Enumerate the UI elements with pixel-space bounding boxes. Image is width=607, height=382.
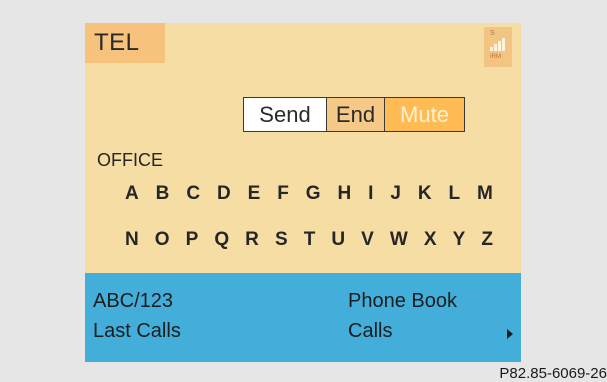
alphabet-row-1: A B C D E F G H I J K L M [125,183,493,205]
letter-key[interactable]: U [331,229,345,251]
letter-key[interactable]: J [390,183,401,205]
letter-key[interactable]: F [277,183,289,205]
letter-key[interactable]: V [361,229,374,251]
letter-key[interactable]: P [186,229,199,251]
letter-key[interactable]: N [125,229,139,251]
network-label: IRM [490,54,501,60]
mute-button[interactable]: Mute [385,97,465,132]
arrow-right-icon[interactable] [507,329,513,339]
signal-strength-icon: S IRM [484,27,512,67]
letter-key[interactable]: K [418,183,432,205]
display-screen: TEL S IRM Send End Mute OFFICE A B C D E… [85,23,521,362]
signal-label: S [490,30,495,37]
signal-bar [498,41,501,51]
phone-book-menu-item[interactable]: Phone Book [348,290,457,313]
call-controls: Send End Mute [243,97,486,132]
last-calls-menu-item[interactable]: Last Calls [93,320,181,343]
signal-bar [502,38,505,51]
letter-key[interactable]: G [306,183,321,205]
figure-caption: P82.85-6069-26 [499,365,607,382]
letter-key[interactable]: O [155,229,170,251]
send-button[interactable]: Send [243,97,327,132]
signal-bar [494,44,497,51]
screen-title: TEL [85,23,165,63]
signal-bar [490,47,493,51]
letter-key[interactable]: S [275,229,288,251]
abc-123-menu-item[interactable]: ABC/123 [93,290,173,313]
letter-key[interactable]: H [337,183,351,205]
context-label: OFFICE [97,150,163,170]
letter-key[interactable]: D [217,183,231,205]
letter-key[interactable]: Z [481,229,493,251]
menu-panel: ABC/123 Last Calls Phone Book Calls [85,273,521,362]
letter-key[interactable]: T [304,229,316,251]
letter-key[interactable]: Y [453,229,466,251]
end-button[interactable]: End [327,97,385,132]
letter-key[interactable]: I [368,183,373,205]
calls-menu-item[interactable]: Calls [348,320,392,343]
letter-key[interactable]: A [125,183,139,205]
letter-key[interactable]: X [424,229,437,251]
letter-key[interactable]: B [156,183,170,205]
letter-key[interactable]: W [390,229,408,251]
figure: TEL S IRM Send End Mute OFFICE A B C D E… [0,0,607,382]
letter-key[interactable]: C [186,183,200,205]
letter-key[interactable]: E [248,183,261,205]
alphabet-row-2: N O P Q R S T U V W X Y Z [125,229,493,251]
letter-key[interactable]: Q [214,229,229,251]
letter-key[interactable]: R [245,229,259,251]
letter-key[interactable]: M [477,183,493,205]
letter-key[interactable]: L [448,183,460,205]
